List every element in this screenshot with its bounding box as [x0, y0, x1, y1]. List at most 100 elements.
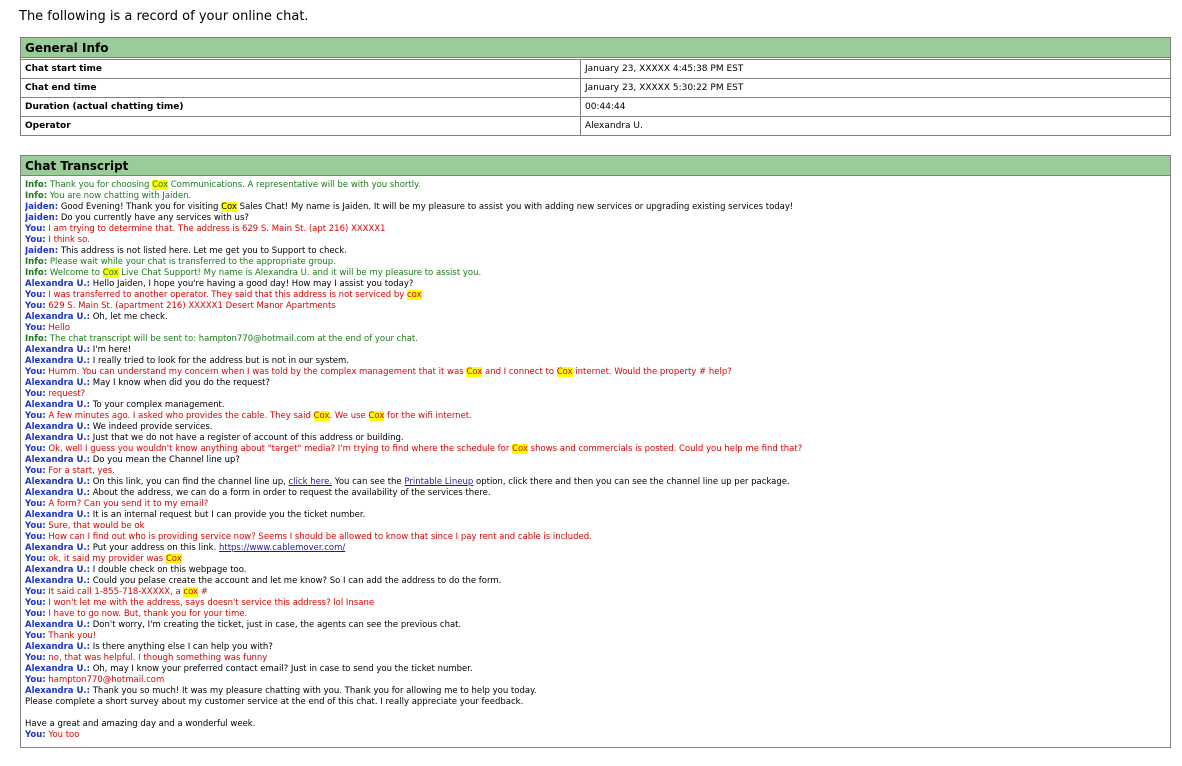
- chat-message: Jaiden: This address is not listed here.…: [25, 246, 1166, 257]
- message-fragment: #: [198, 587, 208, 597]
- message-fragment: shows and commercials is posted. Could y…: [527, 444, 803, 454]
- message-fragment: Could you pelase create the account and …: [92, 576, 502, 586]
- message-text: Oh, let me check.: [93, 312, 168, 322]
- message-sender: You:: [25, 444, 46, 454]
- message-sender: Alexandra U.:: [25, 686, 91, 696]
- message-fragment: Welcome to: [49, 268, 103, 278]
- info-value: January 23, XXXXX 5:30:22 PM EST: [580, 78, 1171, 98]
- highlighted-term: Cox: [512, 444, 528, 454]
- chat-message: Alexandra U.: Is there anything else I c…: [25, 642, 1166, 653]
- message-text: request?: [48, 389, 85, 399]
- chat-message: You: I am trying to determine that. The …: [25, 224, 1166, 235]
- message-link[interactable]: click here.: [289, 477, 333, 487]
- message-fragment: We indeed provide services.: [92, 422, 213, 432]
- message-fragment: Oh, may I know your preferred contact em…: [92, 664, 473, 674]
- message-sender: You:: [25, 653, 46, 663]
- message-fragment: Hello: [48, 323, 70, 333]
- chat-message: You: I have to go now. But, thank you fo…: [25, 609, 1166, 620]
- chat-message: You: It said call 1-855-718-XXXXX, a cox…: [25, 587, 1166, 598]
- info-value: January 23, XXXXX 4:45:38 PM EST: [580, 59, 1171, 79]
- message-text: We indeed provide services.: [93, 422, 213, 432]
- chat-message: Alexandra U.: Could you pelase create th…: [25, 576, 1166, 587]
- chat-message: Have a great and amazing day and a wonde…: [25, 719, 1166, 730]
- message-sender: You:: [25, 323, 46, 333]
- message-sender: You:: [25, 675, 46, 685]
- message-fragment: ok, it said my provider was: [48, 554, 166, 564]
- message-sender: Alexandra U.:: [25, 455, 91, 465]
- message-text: hampton770@hotmail.com: [48, 675, 164, 685]
- message-sender: Jaiden:: [25, 213, 59, 223]
- message-fragment: Thank you for choosing: [49, 180, 153, 190]
- message-fragment: I really tried to look for the address b…: [92, 356, 350, 366]
- transcript-spacer: [25, 708, 1166, 719]
- message-text: Please complete a short survey about my …: [25, 697, 523, 707]
- message-fragment: option, click there and then you can see…: [473, 477, 790, 487]
- message-link[interactable]: Printable Lineup: [404, 477, 473, 487]
- highlighted-term: cox: [406, 290, 422, 300]
- chat-message: You: I won't let me with the address, sa…: [25, 598, 1166, 609]
- message-text: Could you pelase create the account and …: [93, 576, 502, 586]
- message-fragment: Good Evening! Thank you for visiting: [60, 202, 222, 212]
- message-sender: Alexandra U.:: [25, 477, 91, 487]
- message-text: This address is not listed here. Let me …: [61, 246, 347, 256]
- chat-message: Info: Welcome to Cox Live Chat Support! …: [25, 268, 1166, 279]
- message-fragment: I think so.: [48, 235, 90, 245]
- message-fragment: This address is not listed here. Let me …: [60, 246, 347, 256]
- message-fragment: Humm. You can understand my concern when…: [48, 367, 467, 377]
- message-sender: You:: [25, 609, 46, 619]
- message-fragment: Communications. A representative will be…: [168, 180, 421, 190]
- chat-message: Alexandra U.: Oh, let me check.: [25, 312, 1166, 323]
- message-sender: You:: [25, 466, 46, 476]
- chat-transcript-lines: Info: Thank you for choosing Cox Communi…: [21, 176, 1170, 741]
- message-fragment: internet. Would the property # help?: [572, 367, 732, 377]
- message-fragment: Do you currently have any services with …: [60, 213, 249, 223]
- message-fragment: You too: [48, 730, 80, 740]
- chat-message: You: no, that was helpful. I though some…: [25, 653, 1166, 664]
- chat-message: Alexandra U.: I really tried to look for…: [25, 356, 1166, 367]
- message-text: How can I find out who is providing serv…: [48, 532, 591, 542]
- chat-message: Alexandra U.: About the address, we can …: [25, 488, 1166, 499]
- highlighted-term: Cox: [556, 367, 573, 377]
- message-text: I am trying to determine that. The addre…: [48, 224, 385, 234]
- chat-message: You: You too: [25, 730, 1166, 741]
- message-fragment: Thank you!: [48, 631, 97, 641]
- message-sender: Info:: [25, 268, 48, 278]
- chat-message: You: Humm. You can understand my concern…: [25, 367, 1166, 378]
- message-fragment: You can see the: [332, 477, 405, 487]
- message-text: It is an internal request but I can prov…: [93, 510, 366, 520]
- message-fragment: Please complete a short survey about my …: [25, 697, 524, 707]
- message-link[interactable]: https://www.cablemover.com/: [219, 543, 345, 553]
- message-fragment: I won't let me with the address, says do…: [48, 598, 375, 608]
- message-text: You too: [48, 730, 79, 740]
- chat-message: You: I was transferred to another operat…: [25, 290, 1166, 301]
- message-fragment: Live Chat Support! My name is Alexandra …: [118, 268, 482, 278]
- message-sender: Info:: [25, 334, 48, 344]
- chat-message: You: Ok, well I guess you wouldn't know …: [25, 444, 1166, 455]
- general-info-panel: General Info: [20, 37, 1171, 59]
- chat-message: You: Thank you!: [25, 631, 1166, 642]
- message-sender: Alexandra U.:: [25, 279, 91, 289]
- message-text: Thank you!: [48, 631, 96, 641]
- chat-message: Alexandra U.: Thank you so much! It was …: [25, 686, 1166, 697]
- message-fragment: I have to go now. But, thank you for you…: [48, 609, 248, 619]
- message-sender: You:: [25, 367, 46, 377]
- message-sender: Alexandra U.:: [25, 543, 91, 553]
- message-fragment: Don't worry, I'm creating the ticket, ju…: [92, 620, 462, 630]
- message-sender: Info:: [25, 180, 48, 190]
- message-fragment: Ok, well I guess you wouldn't know anyth…: [48, 444, 513, 454]
- message-sender: Alexandra U.:: [25, 400, 91, 410]
- message-text: Good Evening! Thank you for visiting Cox…: [60, 202, 793, 212]
- chat-message: You: request?: [25, 389, 1166, 400]
- message-text: It said call 1-855-718-XXXXX, a cox #: [48, 587, 208, 597]
- chat-message: You: 629 S. Main St. (apartment 216) XXX…: [25, 301, 1166, 312]
- message-text: 629 S. Main St. (apartment 216) XXXXX1 D…: [48, 301, 335, 311]
- message-text: May I know when did you do the request?: [93, 378, 270, 388]
- message-text: Thank you so much! It was my pleasure ch…: [93, 686, 537, 696]
- chat-message: Jaiden: Good Evening! Thank you for visi…: [25, 202, 1166, 213]
- message-fragment: To your complex management.: [92, 400, 225, 410]
- chat-message: You: ok, it said my provider was Cox: [25, 554, 1166, 565]
- chat-message: Alexandra U.: Do you mean the Channel li…: [25, 455, 1166, 466]
- page-heading: The following is a record of your online…: [19, 9, 309, 24]
- chat-message: You: Hello: [25, 323, 1166, 334]
- chat-message: You: For a start, yes.: [25, 466, 1166, 477]
